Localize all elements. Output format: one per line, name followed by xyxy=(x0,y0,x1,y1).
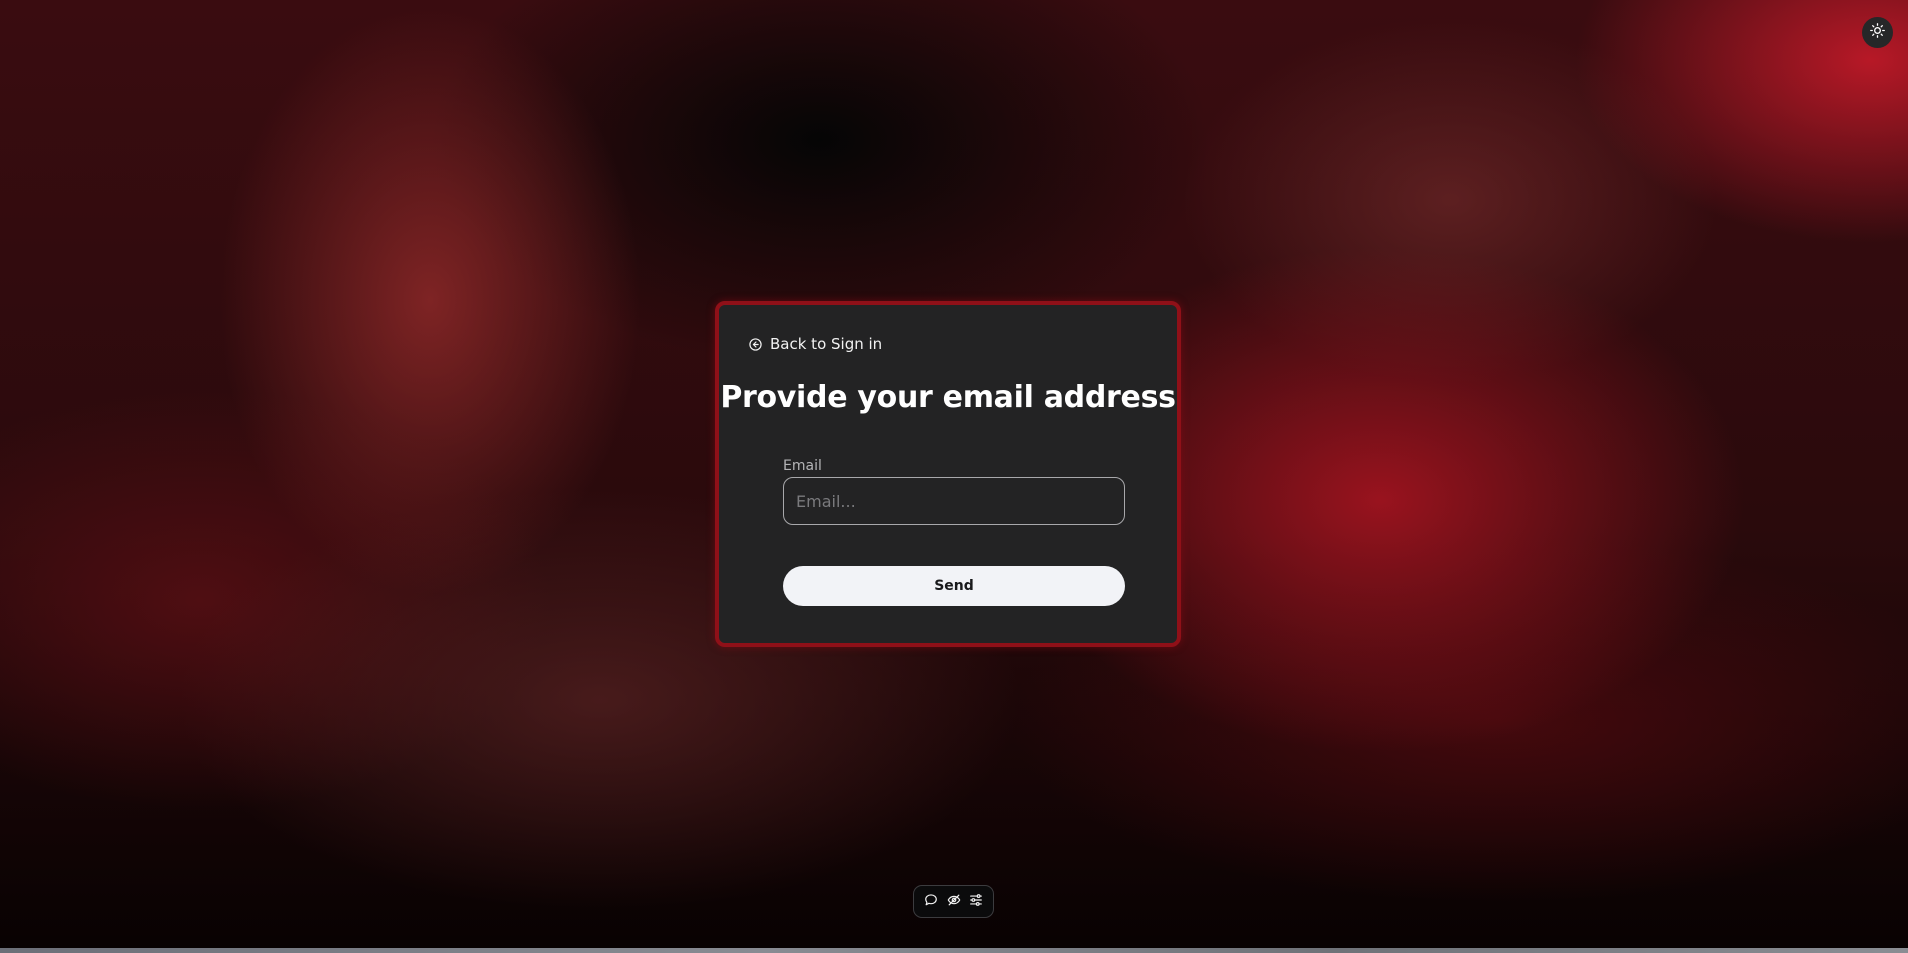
email-input[interactable] xyxy=(783,477,1125,525)
bottom-edge-strip xyxy=(0,948,1908,953)
page-title: Provide your email address xyxy=(720,380,1176,415)
theme-toggle-button[interactable] xyxy=(1862,17,1893,48)
sliders-icon xyxy=(969,892,983,911)
back-to-sign-in-link[interactable]: Back to Sign in xyxy=(749,335,882,353)
sun-icon xyxy=(1870,23,1885,42)
back-link-label: Back to Sign in xyxy=(770,335,883,353)
forgot-password-card: Back to Sign in Provide your email addre… xyxy=(715,301,1181,647)
send-button[interactable]: Send xyxy=(783,566,1125,606)
bottom-toolbar xyxy=(913,885,994,918)
circle-arrow-left-icon xyxy=(749,337,762,351)
eye-slash-icon xyxy=(947,892,961,911)
settings-button[interactable] xyxy=(966,892,986,912)
visibility-toggle-button[interactable] xyxy=(944,892,964,912)
speech-bubble-icon xyxy=(924,892,938,911)
feedback-button[interactable] xyxy=(921,892,941,912)
email-label: Email xyxy=(783,458,822,474)
